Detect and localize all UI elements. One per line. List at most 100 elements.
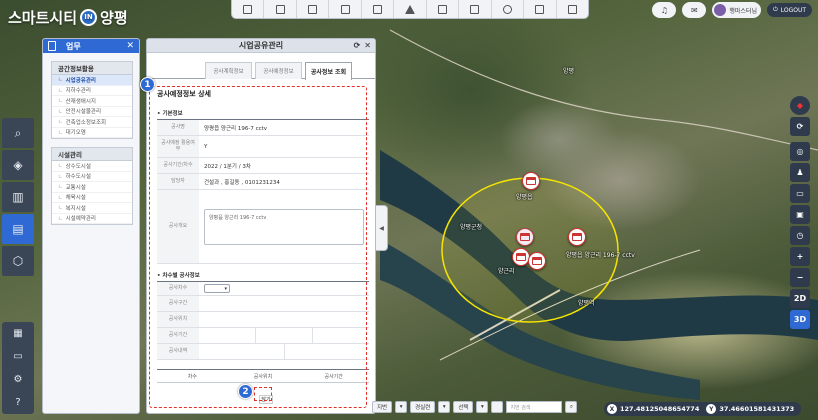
menu-item[interactable]: 상수도시설 <box>52 161 132 172</box>
construction-marker[interactable] <box>512 248 530 266</box>
chat-icon: ✉ <box>691 5 698 15</box>
star-button[interactable] <box>394 0 427 18</box>
download-button[interactable] <box>427 0 460 18</box>
star-icon <box>404 4 415 14</box>
ruler-button[interactable]: ▭ <box>790 184 810 203</box>
logout-icon: ⏻ <box>772 6 778 13</box>
panel-title: 시업공유관리 <box>238 41 284 50</box>
menu-group-spatial: 공간정보활용 시업공유관리 지하수관리 산재생애시지 안전시설물관리 건축업소정… <box>51 61 133 139</box>
print-button[interactable] <box>459 0 492 18</box>
rail-layers-button[interactable]: ◈ <box>2 150 34 180</box>
chevron-down-icon[interactable]: ▾ <box>395 401 408 413</box>
history-button[interactable]: ◷ <box>790 226 810 245</box>
edit-icon <box>502 4 512 14</box>
settings-button[interactable] <box>557 0 588 18</box>
user-name: 행마스터님 <box>729 7 757 15</box>
edit-button[interactable] <box>492 0 525 18</box>
compass-button[interactable]: ◆ <box>790 96 810 115</box>
zoom-out-button[interactable]: − <box>790 268 810 287</box>
logo-text-right: 양평 <box>100 8 128 27</box>
document-button[interactable] <box>264 0 297 18</box>
map-label: 양평읍 <box>516 194 533 201</box>
layers-button[interactable] <box>329 0 362 18</box>
export-button[interactable] <box>297 0 330 18</box>
zoom-in-button[interactable]: + <box>790 247 810 266</box>
construction-marker[interactable] <box>528 252 546 270</box>
map-label: 양평읍 양근리 196-7 cctv <box>566 252 635 259</box>
road <box>389 29 818 151</box>
construction-marker[interactable] <box>568 228 586 246</box>
ruler-icon: ▭ <box>796 189 804 198</box>
export-icon <box>308 4 318 14</box>
search-button[interactable]: ⌕ <box>565 401 578 413</box>
menu-item[interactable]: 대기오염 <box>52 128 132 138</box>
highlight-box-close <box>254 387 272 401</box>
document-icon <box>48 41 56 51</box>
close-icon[interactable]: ✕ <box>126 41 134 51</box>
avatar <box>714 4 727 16</box>
checkbox[interactable] <box>491 401 504 413</box>
left-rail-bottom: ▦ ▭ ⚙ ? <box>2 322 34 414</box>
panel-header: 시업공유관리 ⟳ ✕ <box>147 39 375 53</box>
menu-item[interactable]: 안전시설물관리 <box>52 107 132 117</box>
menu-item[interactable]: 건축업소정보조회 <box>52 117 132 128</box>
help-icon[interactable]: ? <box>15 397 20 408</box>
menu-item[interactable]: 교통시설 <box>52 182 132 193</box>
menu-item[interactable]: 산재생애시지 <box>52 96 132 107</box>
menu-item[interactable]: 시업공유관리 <box>52 75 132 86</box>
rail-search-button[interactable]: ⌕ <box>2 118 34 148</box>
notification-button[interactable]: ♫ <box>652 2 677 18</box>
select-button[interactable]: 선택 <box>453 401 474 413</box>
top-toolbar <box>231 0 589 19</box>
x-coordinate: 127.48125048654774 <box>620 405 700 413</box>
chevron-down-icon[interactable]: ▾ <box>476 401 489 413</box>
menu-item[interactable]: 복지시설 <box>52 203 132 214</box>
message-button[interactable]: ✉ <box>682 2 707 18</box>
menu-group-title: 공간정보활용 <box>52 62 132 75</box>
rail-work-button[interactable]: ▤ <box>2 214 34 244</box>
refresh-button[interactable]: ⟳ <box>790 117 810 136</box>
book-button[interactable] <box>524 0 557 18</box>
bell-icon: ♫ <box>660 5 668 15</box>
filter-button[interactable]: 경실련 <box>410 401 436 413</box>
zoom-out-icon: − <box>796 273 804 282</box>
gear-icon[interactable]: ⚙ <box>14 374 23 385</box>
mode-2d-button[interactable]: 2D <box>790 289 810 308</box>
work-panel-title: 업무 <box>66 41 81 51</box>
tab-construction-lookup[interactable]: 공사정보 조회 <box>305 62 352 80</box>
logout-label: LOGOUT <box>780 6 806 14</box>
person-button[interactable]: ♟ <box>790 163 810 182</box>
close-icon[interactable]: ✕ <box>364 41 371 50</box>
monitor-icon[interactable]: ▭ <box>13 351 22 362</box>
rail-3d-button[interactable]: ⬡ <box>2 246 34 276</box>
rail-map-button[interactable]: ▥ <box>2 182 34 212</box>
notes-icon[interactable]: ▦ <box>13 328 22 339</box>
image-button[interactable] <box>362 0 395 18</box>
logout-button[interactable]: ⏻ LOGOUT <box>766 3 812 17</box>
map-label: 양평군청 <box>460 224 483 231</box>
copy-button[interactable] <box>232 0 265 18</box>
menu-item[interactable]: 시설예약관리 <box>52 214 132 224</box>
search-input[interactable]: 지번 검색 <box>506 401 563 413</box>
app-logo[interactable]: 스마트시티 IN 양평 <box>8 6 128 28</box>
menu-item[interactable]: 지하수관리 <box>52 86 132 96</box>
user-chip[interactable]: 행마스터님 <box>712 2 761 18</box>
jibun-button[interactable]: 지번 <box>372 401 393 413</box>
tab-plan-info[interactable]: 공사계획정보 <box>205 62 252 79</box>
refresh-icon[interactable]: ⟳ <box>354 41 361 50</box>
tab-scheduled-info[interactable]: 공사예정정보 <box>255 62 302 79</box>
construction-marker[interactable] <box>516 228 534 246</box>
panel-collapse-handle[interactable]: ◀ <box>376 205 388 251</box>
area-button[interactable]: ▣ <box>790 205 810 224</box>
globe-button[interactable]: ◎ <box>790 142 810 161</box>
mode-3d-button[interactable]: 3D <box>790 310 810 329</box>
right-toolbar: ◆ ⟳ ◎ ♟ ▭ ▣ ◷ + − 2D 3D <box>790 96 810 329</box>
map-icon: ▥ <box>12 190 24 204</box>
menu-item[interactable]: 하수도시설 <box>52 172 132 182</box>
construction-marker[interactable] <box>522 172 540 190</box>
chevron-down-icon[interactable]: ▾ <box>438 401 451 413</box>
highlight-box <box>149 86 367 408</box>
menu-group-facility: 시설관리 상수도시설 하수도시설 교통시설 체육시설 복지시설 시설예약관리 <box>51 147 133 225</box>
settings-icon <box>567 4 577 14</box>
menu-item[interactable]: 체육시설 <box>52 193 132 203</box>
